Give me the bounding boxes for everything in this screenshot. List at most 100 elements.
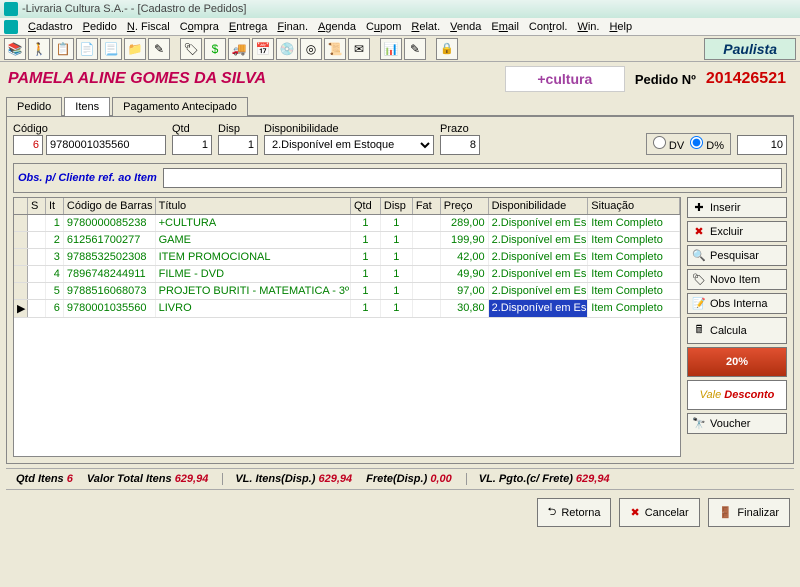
inserir-button[interactable]: ✚Inserir	[687, 197, 787, 218]
table-row[interactable]: ▶69780001035560LIVRO1130,802.Disponível …	[14, 300, 680, 318]
tool-lock-icon[interactable]: 🔒	[436, 38, 458, 60]
tab-pedido[interactable]: Pedido	[6, 97, 62, 116]
col-codigo[interactable]: Código de Barras	[64, 198, 156, 214]
tool-tag-icon[interactable]: 🏷	[180, 38, 202, 60]
row-marker	[14, 266, 28, 282]
table-row[interactable]: 47896748244911FILME - DVD1149,902.Dispon…	[14, 266, 680, 283]
tool-folder-icon[interactable]: 📁	[124, 38, 146, 60]
tool-money-icon[interactable]: $	[204, 38, 226, 60]
menu-control[interactable]: Control.	[529, 21, 568, 33]
col-s[interactable]: S	[28, 198, 46, 214]
qtd-input[interactable]	[172, 135, 212, 155]
vti-value: 629,94	[175, 473, 209, 485]
disp-input[interactable]	[218, 135, 258, 155]
prazo-label: Prazo	[440, 123, 480, 135]
tool-sheet-icon[interactable]: 📄	[76, 38, 98, 60]
row-marker: ▶	[14, 300, 28, 317]
vlp-label: VL. Pgto.(c/ Frete)	[479, 473, 573, 485]
door-icon: 🚪	[719, 506, 733, 519]
menu-win[interactable]: Win.	[577, 21, 599, 33]
app-icon-small	[4, 20, 18, 34]
finalizar-button[interactable]: 🚪Finalizar	[708, 498, 790, 527]
tool-calendar-icon[interactable]: 📅	[252, 38, 274, 60]
table-row[interactable]: 59788516068073PROJETO BURITI - MATEMATIC…	[14, 283, 680, 300]
pesquisar-button[interactable]: 🔍Pesquisar	[687, 245, 787, 266]
cancel-icon: ✖	[630, 506, 639, 519]
menu-finan[interactable]: Finan.	[277, 21, 308, 33]
customer-name: PAMELA ALINE GOMES DA SILVA	[8, 70, 505, 88]
col-it[interactable]: It	[46, 198, 64, 214]
col-dispon[interactable]: Disponibilidade	[489, 198, 589, 214]
items-grid[interactable]: S It Código de Barras Título Qtd Disp Fa…	[13, 197, 681, 457]
store-label: Paulista	[704, 38, 796, 60]
qtd-itens-label: Qtd Itens	[16, 473, 64, 485]
menu-entrega[interactable]: Entrega	[229, 21, 268, 33]
col-situacao[interactable]: Situação	[588, 198, 680, 214]
col-titulo[interactable]: Título	[156, 198, 351, 214]
dv-radio[interactable]: DV	[653, 136, 684, 152]
footer-buttons: ⮌Retorna ✖Cancelar 🚪Finalizar	[0, 494, 800, 531]
table-row[interactable]: 2612561700277GAME11199,902.Disponível em…	[14, 232, 680, 249]
retorna-button[interactable]: ⮌Retorna	[537, 498, 612, 527]
binoculars-icon: 🔭	[692, 417, 706, 430]
plus-icon: ✚	[692, 201, 706, 214]
menu-nfiscal[interactable]: N. Fiscal	[127, 21, 170, 33]
new-icon: 🏷	[692, 273, 706, 286]
menu-relat[interactable]: Relat.	[411, 21, 440, 33]
tool-target-icon[interactable]: ◎	[300, 38, 322, 60]
col-fat[interactable]: Fat	[413, 198, 441, 214]
menu-cadastro[interactable]: Cadastro	[28, 21, 73, 33]
table-row[interactable]: 39788532502308ITEM PROMOCIONAL1142,002.D…	[14, 249, 680, 266]
menu-email[interactable]: Email	[491, 21, 519, 33]
tool-edit2-icon[interactable]: ✎	[404, 38, 426, 60]
menu-pedido[interactable]: Pedido	[83, 21, 117, 33]
tool-doc-icon[interactable]: 📃	[100, 38, 122, 60]
menu-compra[interactable]: Compra	[180, 21, 219, 33]
table-row[interactable]: 19780000085238+CULTURA11289,002.Disponív…	[14, 215, 680, 232]
codigo-barcode-input[interactable]	[46, 135, 166, 155]
discount-value-input[interactable]	[737, 135, 787, 155]
tool-books-icon[interactable]: 📚	[4, 38, 26, 60]
codigo-label: Código	[13, 123, 166, 135]
col-disp[interactable]: Disp	[381, 198, 413, 214]
totals-bar: Qtd Itens 6 Valor Total Itens 629,94 VL.…	[6, 468, 794, 490]
discount-radiogroup: DV D%	[646, 133, 731, 155]
codigo-seq-input[interactable]	[13, 135, 43, 155]
tool-person-icon[interactable]: 🚶	[28, 38, 50, 60]
tool-list-icon[interactable]: 📋	[52, 38, 74, 60]
tool-mail-icon[interactable]: ✉	[348, 38, 370, 60]
col-preco[interactable]: Preço	[441, 198, 489, 214]
vld-label: VL. Itens(Disp.)	[235, 473, 315, 485]
search-icon: 🔍	[692, 249, 706, 262]
novo-item-button[interactable]: 🏷Novo Item	[687, 269, 787, 290]
calcula-button[interactable]: 🖩Calcula	[687, 317, 787, 344]
disp-label: Disp	[218, 123, 258, 135]
menu-agenda[interactable]: Agenda	[318, 21, 356, 33]
menu-help[interactable]: Help	[609, 21, 632, 33]
row-marker	[14, 283, 28, 299]
promo-20-button[interactable]: 20%	[687, 347, 787, 377]
col-qtd[interactable]: Qtd	[351, 198, 381, 214]
obs-interna-button[interactable]: 📝Obs Interna	[687, 293, 787, 314]
obs-input[interactable]	[163, 168, 782, 188]
tool-truck-icon[interactable]: 🚚	[228, 38, 250, 60]
dperc-radio[interactable]: D%	[690, 136, 724, 152]
order-number: 201426521	[706, 70, 786, 88]
tool-edit-icon[interactable]: ✎	[148, 38, 170, 60]
tab-itens[interactable]: Itens	[64, 97, 110, 116]
tool-sheet2-icon[interactable]: 📜	[324, 38, 346, 60]
menu-venda[interactable]: Venda	[450, 21, 481, 33]
excluir-button[interactable]: ✖Excluir	[687, 221, 787, 242]
prazo-input[interactable]	[440, 135, 480, 155]
disponibilidade-select[interactable]: 2.Disponível em Estoque	[264, 135, 434, 155]
side-buttons: ✚Inserir ✖Excluir 🔍Pesquisar 🏷Novo Item …	[687, 197, 787, 457]
vale-desconto-button[interactable]: Vale Desconto	[687, 380, 787, 410]
tool-disc-icon[interactable]: 💿	[276, 38, 298, 60]
row-marker	[14, 232, 28, 248]
tool-chart-icon[interactable]: 📊	[380, 38, 402, 60]
qtd-itens-value: 6	[67, 473, 73, 485]
menu-cupom[interactable]: Cupom	[366, 21, 401, 33]
voucher-button[interactable]: 🔭Voucher	[687, 413, 787, 434]
tab-pagamento[interactable]: Pagamento Antecipado	[112, 97, 248, 116]
cancelar-button[interactable]: ✖Cancelar	[619, 498, 699, 527]
